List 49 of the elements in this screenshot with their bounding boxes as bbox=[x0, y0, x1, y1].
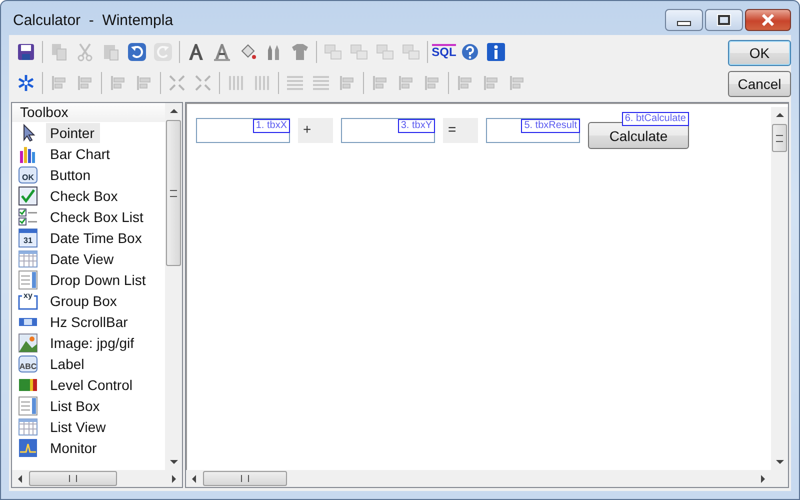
control-tag: 5. tbxResult bbox=[521, 119, 580, 133]
toolbox-item[interactable]: Group Box bbox=[46, 290, 123, 310]
monitor-icon bbox=[18, 438, 38, 458]
text-box[interactable]: 3. tbxY bbox=[341, 118, 435, 143]
toolbox-item[interactable]: Bar Chart bbox=[46, 144, 116, 164]
control-tag: 3. tbxY bbox=[398, 119, 435, 133]
close-icon bbox=[761, 14, 775, 26]
toolbox-item[interactable]: Monitor bbox=[46, 438, 103, 458]
toolbox-item[interactable]: Date Time Box bbox=[46, 228, 148, 248]
toolbox-item[interactable]: Check Box List bbox=[46, 206, 150, 226]
window-title: Calculator - Wintempla bbox=[13, 12, 174, 28]
calculate-button[interactable]: Calculate bbox=[588, 122, 689, 149]
toolbox-item[interactable]: Image: jpg/gif bbox=[46, 332, 140, 352]
operator-label: = bbox=[443, 118, 478, 143]
label-icon: ABC bbox=[18, 354, 38, 374]
toolbox-item[interactable]: List View bbox=[46, 416, 112, 436]
button-icon: OK bbox=[18, 164, 38, 184]
horizontal-scrollbar[interactable] bbox=[186, 470, 788, 487]
vertical-scrollbar[interactable] bbox=[771, 107, 788, 470]
toolbox-item[interactable]: Check Box bbox=[46, 186, 124, 206]
control-tag: 1. tbxX bbox=[252, 119, 290, 133]
toolbox-item[interactable]: Label bbox=[46, 354, 90, 374]
toolbox-header: Toolbox bbox=[12, 103, 165, 122]
horizontal-scrollbar[interactable] bbox=[12, 470, 182, 487]
control-tag-tooltip: 6. btCalculate bbox=[622, 112, 689, 126]
toolbox-item[interactable]: Drop Down List bbox=[46, 270, 152, 290]
check-box-icon bbox=[18, 186, 38, 206]
image-icon bbox=[18, 332, 38, 352]
vertical-scrollbar[interactable] bbox=[165, 103, 182, 470]
dropdown-icon bbox=[18, 270, 38, 290]
list-box-icon bbox=[18, 396, 38, 416]
check-list-icon bbox=[18, 206, 38, 226]
cancel-button[interactable]: Cancel bbox=[728, 71, 791, 97]
calendar-icon: 31 bbox=[18, 228, 38, 248]
minimize-button[interactable] bbox=[665, 9, 703, 31]
close-button[interactable] bbox=[745, 9, 791, 31]
toolbox-item[interactable]: List Box bbox=[46, 396, 106, 416]
grid-icon bbox=[18, 416, 38, 436]
toolbox-item[interactable]: Hz ScrollBar bbox=[46, 312, 134, 332]
text-box[interactable]: 5. tbxResult bbox=[486, 118, 580, 143]
selected-toolbox-item[interactable]: Pointer bbox=[46, 122, 100, 142]
text-box[interactable]: 1. tbxX bbox=[196, 118, 290, 143]
grid-icon bbox=[18, 248, 38, 268]
toolbox-item[interactable]: Button bbox=[46, 164, 96, 184]
operator-label: + bbox=[298, 118, 333, 143]
toolbox-item[interactable]: Date View bbox=[46, 248, 120, 268]
maximize-button[interactable] bbox=[705, 9, 743, 31]
ok-button[interactable]: OK bbox=[728, 40, 791, 66]
toolbox-item[interactable]: Level Control bbox=[46, 374, 138, 394]
